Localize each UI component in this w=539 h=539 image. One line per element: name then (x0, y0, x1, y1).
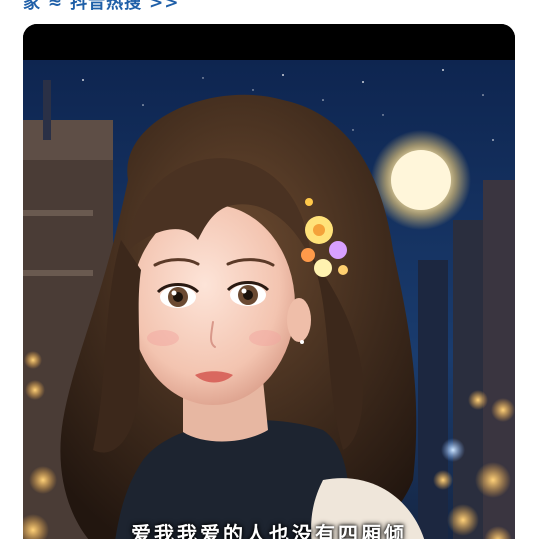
topic-link[interactable]: 家 ≈ 抖音热搜 >> (23, 0, 180, 13)
video-top-bar (23, 24, 515, 60)
video-still-image (23, 60, 515, 539)
video-subtitle: 爱我我爱的人也没有四厢倾 (131, 522, 407, 539)
post-page: 家 ≈ 抖音热搜 >> 爱我我爱的人也没有四厢倾 (0, 0, 539, 539)
video-frame[interactable]: 爱我我爱的人也没有四厢倾 (23, 60, 515, 539)
video-player[interactable]: 爱我我爱的人也没有四厢倾 (23, 24, 515, 539)
